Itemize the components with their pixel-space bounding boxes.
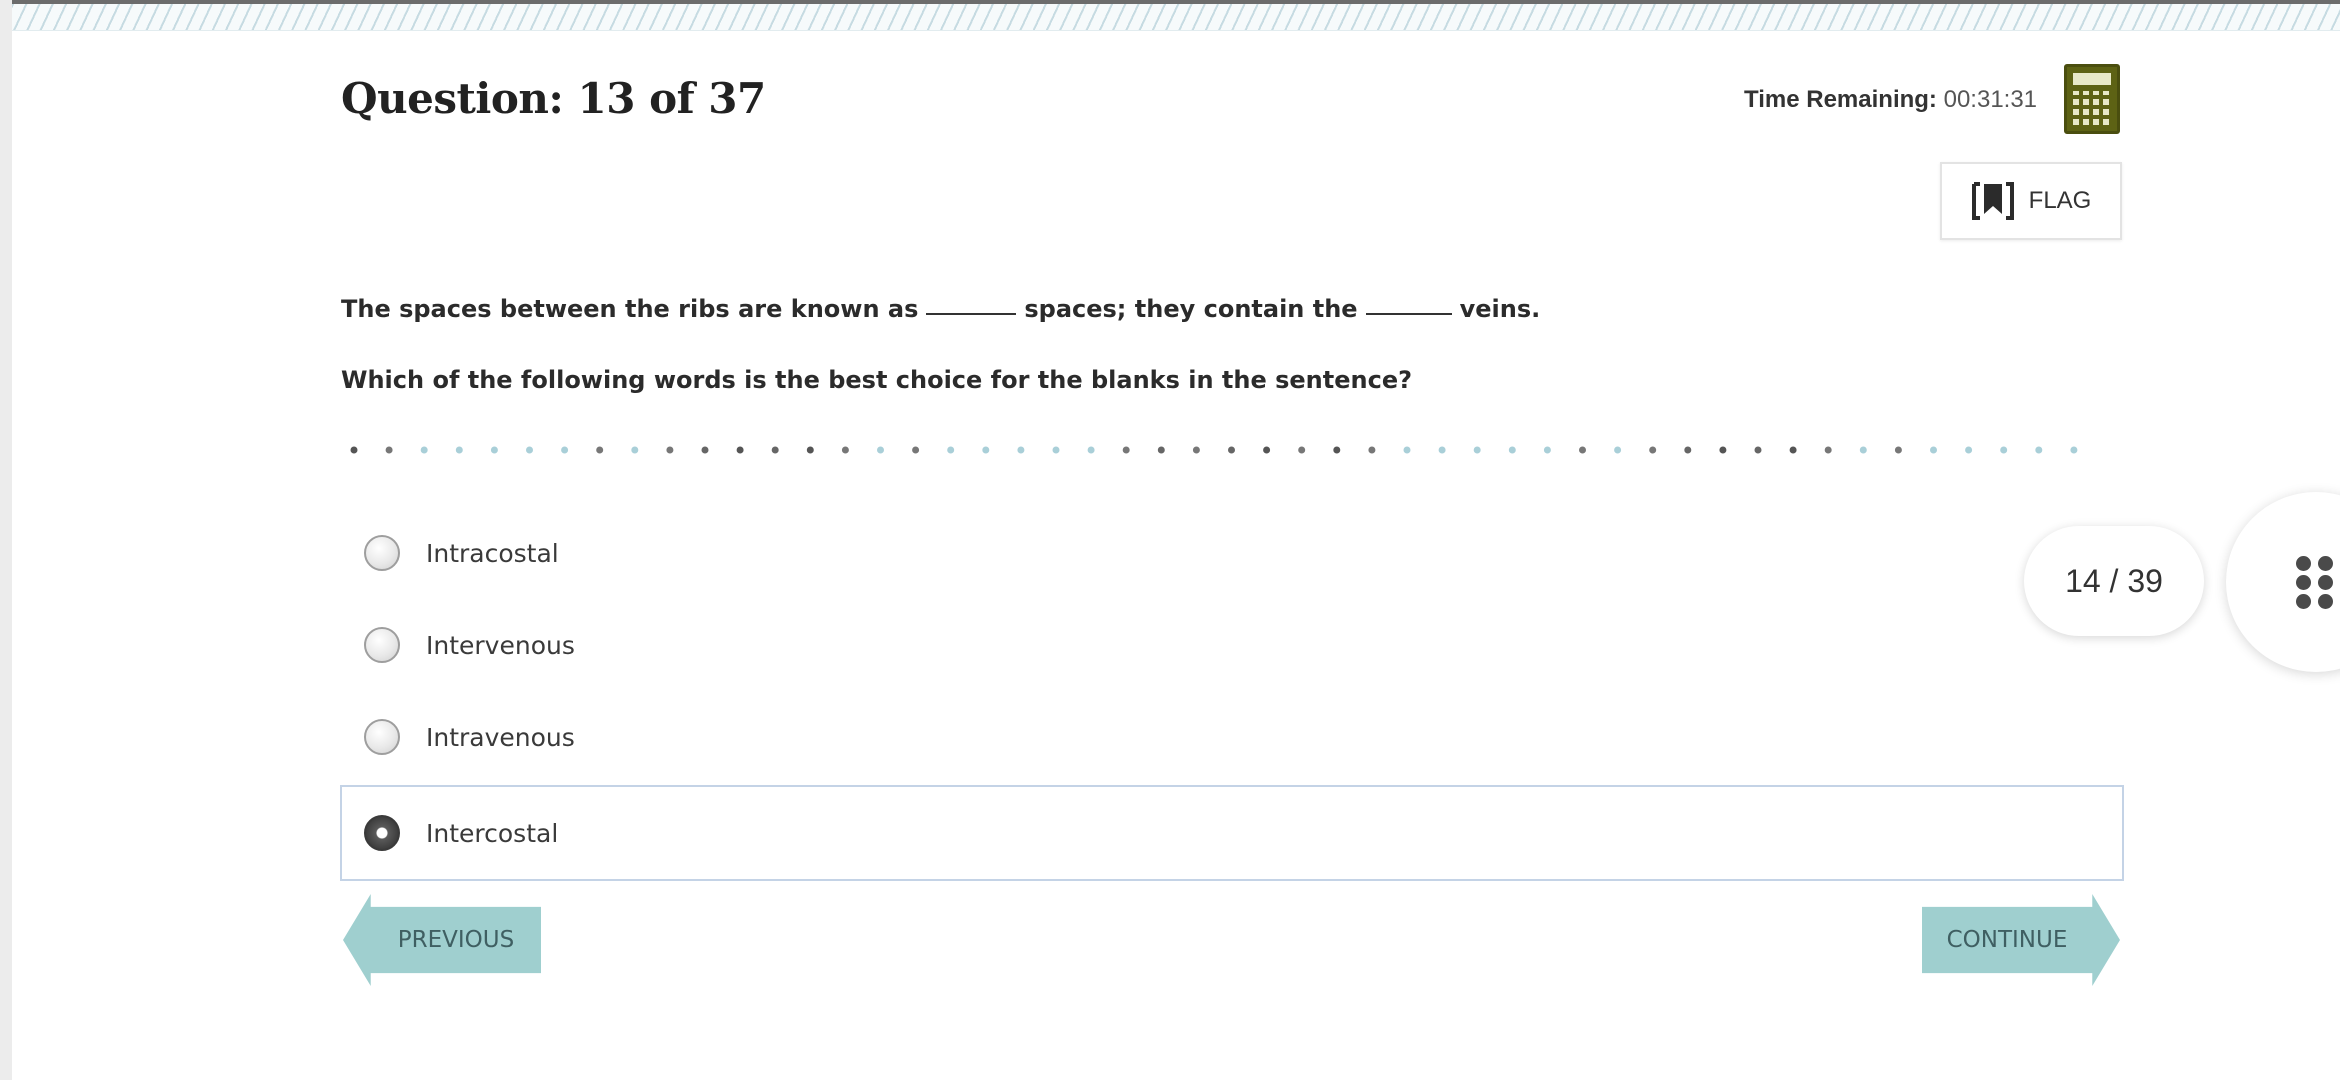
divider-dot — [771, 446, 779, 454]
question-prompt: Which of the following words is the best… — [341, 366, 1413, 394]
divider-dot — [1333, 446, 1341, 454]
divider-dot — [1473, 446, 1481, 454]
divider-dot — [947, 446, 955, 454]
divider-dot — [1228, 446, 1235, 454]
calculator-screen — [2073, 73, 2111, 85]
radio-button-checked[interactable] — [364, 815, 400, 851]
divider-dot — [1894, 446, 1902, 454]
sentence-part-1: The spaces between the ribs are known as — [341, 295, 919, 323]
option-intracostal[interactable]: Intracostal — [340, 506, 2124, 600]
option-intervenous[interactable]: Intervenous — [340, 598, 2124, 692]
divider-dot — [1930, 446, 1937, 454]
dotted-divider — [350, 446, 2078, 454]
divider-dot — [1579, 446, 1586, 454]
calculator-keys — [2073, 91, 2111, 125]
divider-dot — [982, 446, 990, 454]
grid-dot — [2296, 556, 2311, 571]
divider-dot — [1052, 446, 1060, 454]
divider-dot — [420, 446, 428, 454]
option-label: Intravenous — [426, 722, 575, 752]
continue-label: CONTINUE — [1946, 927, 2068, 953]
page-indicator: 14 / 39 — [2024, 526, 2204, 636]
divider-dot — [912, 446, 920, 454]
divider-dot — [1965, 446, 1973, 454]
grid-dot — [2296, 575, 2311, 590]
divider-dot — [1263, 446, 1271, 454]
option-intravenous[interactable]: Intravenous — [340, 690, 2124, 784]
divider-dot — [666, 446, 674, 454]
continue-button[interactable]: CONTINUE — [1922, 894, 2120, 986]
previous-label: PREVIOUS — [397, 927, 515, 953]
divider-dot — [877, 446, 884, 454]
divider-dot — [596, 446, 604, 454]
radio-button[interactable] — [364, 719, 400, 755]
radio-button[interactable] — [364, 627, 400, 663]
divider-dot — [1017, 446, 1025, 454]
blank-1 — [926, 313, 1017, 315]
divider-dot — [1754, 446, 1762, 454]
divider-dot — [455, 446, 463, 454]
divider-dot — [526, 446, 533, 454]
option-intercostal[interactable]: Intercostal — [340, 785, 2124, 881]
divider-dot — [1368, 446, 1376, 454]
time-remaining-label: Time Remaining: — [1744, 86, 1937, 113]
divider-dot — [1122, 446, 1130, 454]
divider-dot — [631, 446, 639, 454]
divider-dot — [2035, 446, 2043, 454]
grid-dot — [2318, 575, 2333, 590]
divider-dot — [2000, 446, 2008, 454]
divider-dot — [1508, 446, 1516, 454]
divider-dot — [1649, 446, 1657, 454]
divider-dot — [701, 446, 709, 454]
divider-dot — [561, 446, 569, 454]
divider-dot — [1614, 446, 1622, 454]
flag-button[interactable]: FLAG — [1940, 162, 2122, 240]
time-remaining: Time Remaining: 00:31:31 — [1744, 86, 2037, 114]
divider-dot — [1192, 446, 1200, 454]
divider-dot — [1684, 446, 1692, 454]
divider-dot — [490, 446, 498, 454]
divider-dot — [2070, 446, 2078, 454]
divider-dot — [841, 446, 849, 454]
divider-dot — [1789, 446, 1797, 454]
divider-dot — [1438, 446, 1446, 454]
grid-dot — [2296, 594, 2311, 609]
divider-dot — [1087, 446, 1095, 454]
divider-dot — [1403, 446, 1411, 454]
calculator-icon[interactable] — [2064, 64, 2120, 134]
option-label: Intervenous — [426, 630, 575, 660]
sentence-part-3: veins. — [1459, 295, 1541, 323]
blank-2 — [1365, 313, 1452, 315]
divider-dot — [1824, 446, 1832, 454]
answer-options: Intracostal Intervenous Intravenous Inte… — [340, 506, 2124, 881]
flag-label: FLAG — [2028, 187, 2092, 214]
divider-dot — [1543, 446, 1551, 454]
sentence-part-2: spaces; they contain the — [1024, 295, 1358, 323]
bookmark-flag-icon — [1971, 182, 2014, 220]
divider-dot — [385, 446, 393, 454]
question-sentence: The spaces between the ribs are known as… — [341, 295, 1540, 323]
decorative-header-band — [12, 4, 2340, 31]
grid-dot — [2318, 556, 2333, 571]
time-remaining-value: 00:31:31 — [1943, 86, 2038, 113]
previous-button[interactable]: PREVIOUS — [343, 894, 541, 986]
divider-dot — [1719, 446, 1727, 454]
question-counter-title: Question: 13 of 37 — [341, 74, 766, 123]
grid-dots-icon[interactable] — [2226, 492, 2340, 672]
option-label: Intercostal — [426, 818, 559, 848]
divider-dot — [350, 446, 358, 454]
divider-dot — [1859, 446, 1867, 454]
viewer-left-strip — [0, 0, 12, 1080]
radio-button[interactable] — [364, 535, 400, 571]
option-label: Intracostal — [426, 538, 559, 568]
divider-dot — [1157, 446, 1165, 454]
divider-dot — [1298, 446, 1306, 454]
divider-dot — [736, 446, 744, 454]
divider-dot — [806, 446, 814, 454]
grid-dot — [2318, 594, 2333, 609]
